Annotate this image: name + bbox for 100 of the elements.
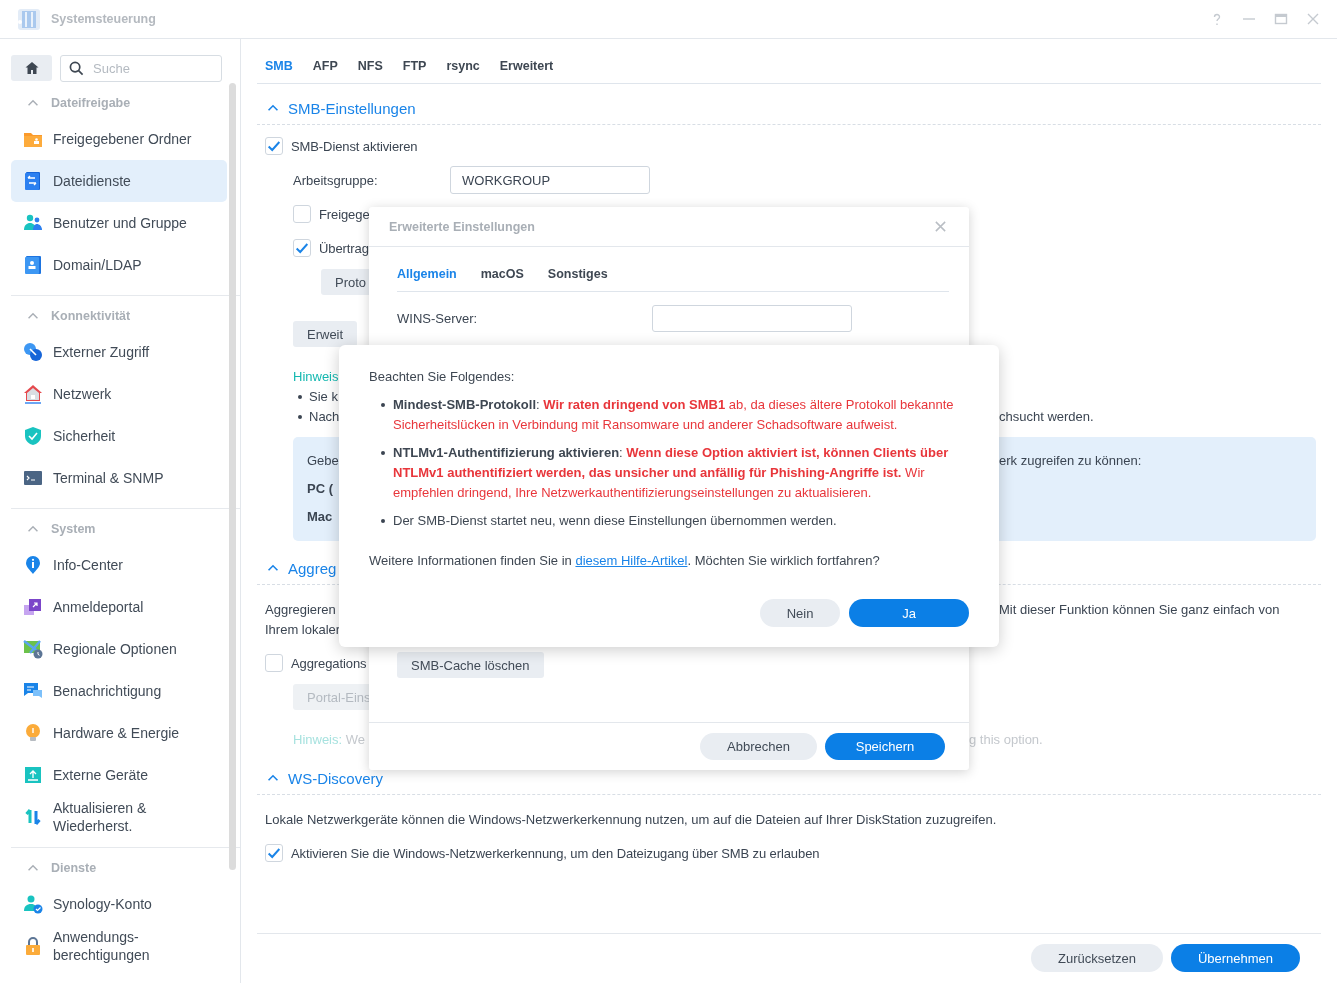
- checkbox[interactable]: [265, 137, 283, 155]
- dialog-title: Erweiterte Einstellungen: [389, 219, 535, 234]
- checkbox[interactable]: [265, 844, 283, 862]
- checkbox-label: Aktivieren Sie die Windows-Netzwerkerkennung, um den Dateizugang über SMB zu erlauben: [291, 845, 820, 861]
- sidebar-item[interactable]: Externe Geräte: [11, 754, 227, 796]
- tab[interactable]: SMB: [257, 49, 305, 83]
- home-icon: [23, 60, 40, 76]
- reset-button[interactable]: Zurücksetzen: [1031, 944, 1163, 972]
- sidebar-item[interactable]: Benachrichtigung: [11, 670, 227, 712]
- text: Sie k: [309, 388, 338, 406]
- refresh-icon: [23, 807, 43, 827]
- lock-icon: [23, 936, 43, 956]
- tab[interactable]: rsync: [438, 49, 492, 83]
- alert-text: Mindest-SMB-Protokoll: Wir raten dringend von SMB1 ab, da dieses ältere Protokoll bekannte Sicherheitslücken in Verbindung mit Ransomware und anderer Schadsoftware aufweist.: [393, 396, 955, 434]
- bullet-icon: [381, 451, 385, 455]
- map-clock-icon: [23, 639, 43, 659]
- text: Gebe: [307, 452, 339, 470]
- section-title[interactable]: Aggreg: [288, 559, 337, 577]
- input-field[interactable]: WORKGROUP: [450, 166, 650, 194]
- sidebar-item[interactable]: Domain/LDAP: [11, 244, 227, 286]
- hint-text: Hinweis: We: [293, 731, 365, 749]
- close-icon[interactable]: [934, 220, 947, 233]
- text: Lokale Netzwerkgeräte können die Windows-Netzwerkerkennung nutzen, um auf die Dateien auf Ihrer DiskStation zuzugreifen.: [265, 811, 997, 829]
- sidebar-item[interactable]: Dateidienste: [11, 160, 227, 202]
- users-icon: [23, 213, 43, 233]
- app-icon: [17, 7, 41, 31]
- chevron-icon[interactable]: [267, 104, 279, 112]
- sidebar-item[interactable]: Terminal & SNMP: [11, 457, 227, 499]
- text: Ihrem lokaler: [265, 621, 341, 639]
- tab[interactable]: Erweitert: [491, 49, 566, 83]
- window-title: Systemsteuerung: [51, 12, 157, 26]
- bullet-icon: [298, 415, 302, 419]
- file-arrows-icon: [23, 171, 43, 191]
- sidebar-item[interactable]: Aktualisieren & Wiederherst.: [11, 796, 227, 838]
- tab[interactable]: Allgemein: [397, 257, 481, 291]
- tab[interactable]: AFP: [304, 49, 350, 83]
- no-button[interactable]: Nein: [760, 599, 840, 627]
- text: Mit dieser Funktion können Sie ganz einfach von: [999, 601, 1280, 619]
- apply-button[interactable]: Übernehmen: [1171, 944, 1300, 972]
- terminal-icon: [23, 468, 43, 488]
- sidebar-item[interactable]: Regionale Optionen: [11, 628, 227, 670]
- sidebar-item[interactable]: Info-Center: [11, 544, 227, 586]
- tab[interactable]: Sonstiges: [547, 257, 632, 291]
- text: Aggregieren: [265, 601, 336, 619]
- checkbox[interactable]: [293, 239, 311, 257]
- scrollbar[interactable]: [229, 83, 236, 870]
- bullet-icon: [298, 395, 302, 399]
- field-label: WINS-Server:: [397, 310, 479, 326]
- input-field[interactable]: [652, 304, 852, 332]
- text: g this option.: [969, 731, 1043, 749]
- text: Mac: [307, 508, 333, 526]
- chat-icon: [23, 681, 43, 701]
- sidebar-item[interactable]: Anmeldeportal: [11, 586, 227, 628]
- home-button[interactable]: [11, 55, 52, 81]
- checkbox-label: Übertrag: [319, 240, 369, 256]
- sidebar-item[interactable]: Netzwerk: [11, 373, 227, 415]
- checkbox[interactable]: [265, 654, 283, 672]
- checkbox-label: Aggregations: [291, 655, 367, 671]
- sidebar-item[interactable]: Synology-Konto: [11, 883, 227, 925]
- house-icon: [23, 384, 43, 404]
- alert-text: Weitere Informationen finden Sie in diesem Hilfe-Artikel. Möchten Sie wirklich fortfahren?: [369, 552, 881, 570]
- checkbox-label: Freigege: [319, 206, 370, 222]
- text: Nach: [309, 408, 340, 426]
- link-icon: [23, 342, 43, 362]
- sidebar-item[interactable]: Sicherheit: [11, 415, 227, 457]
- checkbox[interactable]: [293, 205, 311, 223]
- alert-text: Der SMB-Dienst startet neu, wenn diese Einstellungen übernommen werden.: [393, 512, 837, 530]
- chevron-icon[interactable]: [267, 774, 279, 782]
- close-icon[interactable]: [1305, 11, 1321, 27]
- yes-button[interactable]: Ja: [849, 599, 969, 627]
- squares-icon: [23, 597, 43, 617]
- button[interactable]: Erweit: [293, 321, 358, 347]
- tab[interactable]: macOS: [480, 257, 548, 291]
- hint-text: Hinweis: [293, 368, 339, 386]
- info-icon: [23, 555, 43, 575]
- bullet-icon: [381, 519, 385, 523]
- user-check-icon: [23, 894, 43, 914]
- tab[interactable]: FTP: [394, 49, 439, 83]
- checkbox-label: SMB-Dienst aktivieren: [291, 138, 418, 154]
- text: erk zugreifen zu können:: [999, 452, 1142, 470]
- sidebar-item[interactable]: Externer Zugriff: [11, 331, 227, 373]
- contact-card-icon: [23, 255, 43, 275]
- upload-icon: [23, 765, 43, 785]
- maximize-icon[interactable]: [1273, 11, 1289, 27]
- chevron-icon[interactable]: [267, 564, 279, 572]
- shield-icon: [23, 426, 43, 446]
- sidebar-item[interactable]: Benutzer und Gruppe: [11, 202, 227, 244]
- button[interactable]: SMB-Cache löschen: [397, 652, 544, 678]
- sidebar-item[interactable]: Freigegebener Ordner: [11, 118, 227, 160]
- text: PC (: [307, 480, 333, 498]
- section-title[interactable]: WS-Discovery: [288, 769, 383, 787]
- save-button[interactable]: Speichern: [825, 733, 945, 760]
- field-label: Arbeitsgruppe:: [293, 172, 379, 188]
- search-field[interactable]: Suche: [60, 55, 222, 82]
- bullet-icon: [381, 403, 385, 407]
- section-title[interactable]: SMB-Einstellungen: [288, 99, 416, 117]
- cancel-button[interactable]: Abbrechen: [700, 733, 817, 760]
- tab[interactable]: NFS: [349, 49, 395, 83]
- sidebar-item[interactable]: Hardware & Energie: [11, 712, 227, 754]
- sidebar-item[interactable]: Anwendungs-berechtigungen: [11, 925, 227, 967]
